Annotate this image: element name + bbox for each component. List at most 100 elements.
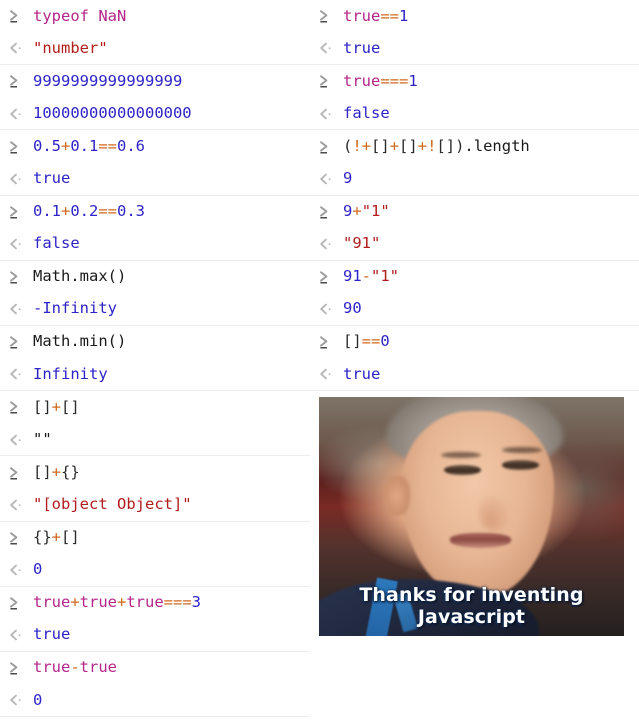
code-token: [] (399, 136, 418, 155)
chevron-right-input-icon (318, 326, 343, 359)
console-expression: Math.min() (33, 334, 126, 350)
console-input-row[interactable]: 0.1+0.2==0.3 (0, 196, 310, 229)
console-result: true (33, 169, 71, 188)
console-input-row[interactable]: Math.min() (0, 326, 310, 359)
console-result: -Infinity (33, 301, 117, 317)
code-token: true (33, 593, 71, 612)
chevron-right-input-icon (8, 652, 33, 685)
code-token: 0.1 (33, 202, 61, 221)
console-right-rows: true==1 true true===1 false (!+[]+[]+![]).le… (310, 0, 639, 392)
console-result: 9 (343, 170, 352, 187)
console-input-row[interactable]: true==1 (310, 0, 639, 33)
console-expression: []+{} (33, 462, 80, 481)
chevron-left-output-icon (8, 554, 33, 586)
console-input-row[interactable]: 91-"1" (310, 261, 639, 294)
console-input-row[interactable]: 9999999999999999 (0, 65, 310, 98)
console-input-row[interactable]: typeof NaN (0, 0, 310, 33)
console-result: true (33, 627, 70, 643)
console-output-row: 10000000000000000 (0, 98, 310, 131)
code-token: "1" (361, 202, 390, 221)
code-token: {} (61, 462, 80, 481)
console-input-row[interactable]: []==0 (310, 326, 639, 359)
console-output-row: "[object Object]" (0, 489, 310, 522)
chevron-left-output-icon (318, 98, 343, 130)
console-result: "91" (343, 234, 381, 253)
console-result: false (33, 234, 80, 253)
meme-mouth (450, 533, 512, 548)
console-expression: 0.5+0.1==0.6 (33, 136, 145, 155)
code-token: 91 (343, 267, 362, 286)
code-token: + (61, 202, 71, 221)
console-expression: 9+"1" (343, 202, 390, 221)
meme-nose (477, 492, 512, 531)
console-output-row: "91" (310, 228, 639, 261)
chevron-right-input-icon (8, 391, 33, 424)
chevron-left-output-icon (318, 163, 343, 195)
console-input-row[interactable]: 9+"1" (310, 196, 639, 229)
code-token: - (70, 658, 80, 677)
code-token: 0.3 (117, 202, 146, 221)
code-token: [] (343, 332, 362, 351)
console-output-row: true (0, 163, 310, 196)
code-token: "" (33, 429, 52, 448)
chevron-right-input-icon (318, 196, 343, 229)
code-token: "91" (343, 234, 381, 253)
code-token: Math.min() (33, 332, 127, 351)
code-token: "[object Object]" (33, 494, 192, 513)
code-token: + (417, 136, 428, 155)
meme-image: Thanks for inventing Javascript (319, 397, 624, 636)
console-input-row[interactable]: (!+[]+[]+![]).length (310, 130, 639, 163)
console-input-row[interactable]: []+[] (0, 391, 310, 424)
code-token: .length (464, 136, 530, 155)
console-input-row[interactable]: 0.5+0.1==0.6 (0, 130, 310, 163)
code-token: false (33, 234, 80, 253)
code-token: [] (371, 136, 390, 155)
console-input-row[interactable]: {}+[] (0, 522, 310, 555)
console-output-row: 90 (310, 293, 639, 326)
chevron-left-output-icon (8, 228, 33, 260)
console-expression: []+[] (33, 397, 80, 416)
chevron-left-output-icon (318, 359, 343, 391)
chevron-left-output-icon (8, 359, 33, 391)
console-expression: true==1 (343, 8, 408, 25)
console-result: 10000000000000000 (33, 105, 192, 122)
console-input-row[interactable]: true+true+true===3 (0, 587, 310, 620)
console-output-row: false (310, 98, 639, 131)
code-token: NaN (98, 6, 127, 25)
code-token: true (33, 169, 71, 188)
console-result: "number" (33, 40, 108, 57)
console-output-row: -Infinity (0, 293, 310, 326)
console-output-row: true (310, 33, 639, 66)
console-input-row[interactable]: Math.max() (0, 261, 310, 294)
console-expression: true===1 (343, 73, 418, 90)
meme-eye-left (444, 465, 481, 475)
console-output-row: false (0, 228, 310, 261)
chevron-right-input-icon (8, 261, 33, 294)
console-input-row[interactable]: []+{} (0, 456, 310, 489)
console-input-row[interactable]: true-true (0, 652, 310, 685)
console-output-row: Infinity (0, 359, 310, 392)
console-result: true (343, 38, 381, 57)
console-input-row[interactable]: true===1 (310, 65, 639, 98)
chevron-right-input-icon (8, 65, 33, 98)
code-token: + (51, 397, 62, 416)
chevron-left-output-icon (8, 98, 33, 130)
console-left-column: typeof NaN "number" 9999999999999999 100000… (0, 0, 310, 724)
chevron-right-input-icon (318, 261, 343, 294)
console-expression: {}+[] (33, 528, 80, 547)
code-token: 0 (33, 690, 43, 709)
chevron-left-output-icon (8, 293, 33, 325)
code-token: {} (33, 528, 52, 547)
chevron-right-input-icon (8, 130, 33, 163)
code-token: + (51, 462, 62, 481)
code-token: + (352, 202, 362, 221)
code-token: + (70, 593, 80, 612)
meme-eye-right (502, 460, 539, 470)
chevron-right-input-icon (318, 0, 343, 33)
meme-ear (383, 475, 411, 517)
code-token: Math.max() (33, 267, 127, 286)
code-token: true (343, 38, 381, 57)
code-token: false (343, 103, 390, 122)
code-token: + (61, 136, 71, 155)
